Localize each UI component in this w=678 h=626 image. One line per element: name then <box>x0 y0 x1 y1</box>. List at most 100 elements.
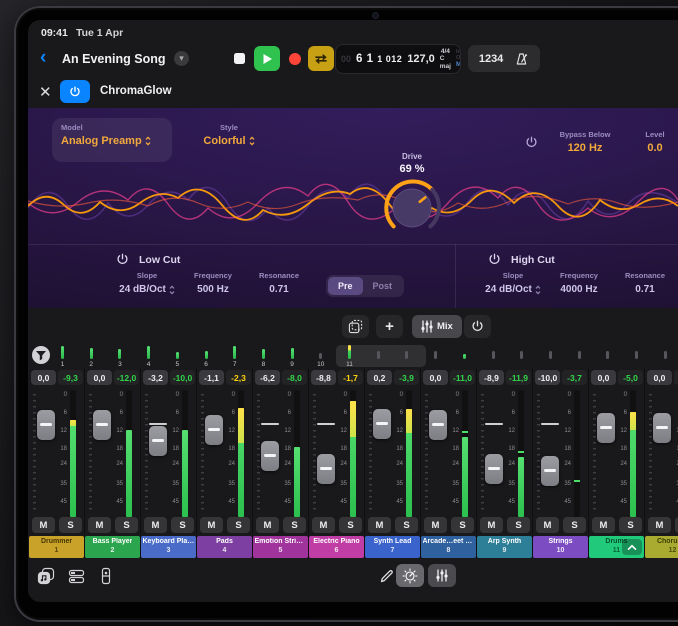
back-chevron-icon[interactable]: ‹ <box>40 47 46 69</box>
channel-strip-icon[interactable] <box>96 566 116 586</box>
add-button[interactable]: + <box>376 315 403 338</box>
solo-button[interactable]: S <box>227 517 250 533</box>
peak-level-value[interactable]: -12,0 <box>114 370 139 385</box>
overview-channel-tick[interactable] <box>434 351 437 359</box>
overview-channel-tick[interactable] <box>147 346 150 359</box>
track-name-tile[interactable]: Electric Piano 6 <box>309 536 364 558</box>
peak-level-value[interactable]: -5,0 <box>618 370 643 385</box>
track-name-tile[interactable]: Bass Player 2 <box>85 536 140 558</box>
overview-channel-tick[interactable] <box>463 354 466 359</box>
low-cut-power-icon[interactable] <box>116 253 129 266</box>
mute-button[interactable]: M <box>424 517 447 533</box>
drive-knob[interactable] <box>380 176 444 236</box>
volume-value[interactable]: -8,8 <box>311 370 336 385</box>
solo-button[interactable]: S <box>339 517 362 533</box>
fader-handle[interactable] <box>373 409 391 439</box>
mute-button[interactable]: M <box>536 517 559 533</box>
count-in-button[interactable]: 1234 <box>479 53 503 65</box>
overview-channel-tick[interactable] <box>262 349 265 359</box>
volume-value[interactable]: -1,1 <box>199 370 224 385</box>
overview-channel-tick[interactable] <box>549 351 552 359</box>
volume-value[interactable]: 0,2 <box>367 370 392 385</box>
volume-value[interactable]: -8,9 <box>479 370 504 385</box>
lcd-display[interactable]: 00 6 1 1 012 127,0 4/4 C maj In Out MIDI <box>335 44 461 74</box>
peak-level-value[interactable]: -8,0 <box>282 370 307 385</box>
fader-handle[interactable] <box>429 410 447 440</box>
volume-value[interactable]: 0,0 <box>591 370 616 385</box>
model-selector[interactable]: Model Analog Preamp <box>52 118 172 162</box>
peak-level-value[interactable]: -1,7 <box>338 370 363 385</box>
bypass-power-icon[interactable] <box>525 136 538 149</box>
low-cut-post-button[interactable]: Post <box>363 277 403 295</box>
level-control[interactable]: Level 0.0 <box>632 130 678 154</box>
fader-handle[interactable] <box>541 456 559 486</box>
solo-button[interactable]: S <box>395 517 418 533</box>
solo-button[interactable]: S <box>59 517 82 533</box>
overview-channel-tick[interactable] <box>291 348 294 359</box>
peak-level-value[interactable]: -3,7 <box>562 370 587 385</box>
track-name-tile[interactable]: Arcade…eet Pad 8 <box>421 536 476 558</box>
mute-button[interactable]: M <box>368 517 391 533</box>
fader-handle[interactable] <box>205 415 223 445</box>
mute-button[interactable]: M <box>312 517 335 533</box>
fader-handle[interactable] <box>485 454 503 484</box>
mixer-overview-strip[interactable]: 1234567891011 <box>28 345 678 368</box>
loops-browser-icon[interactable] <box>36 566 56 586</box>
volume-value[interactable]: 0,0 <box>87 370 112 385</box>
overview-channel-tick[interactable] <box>176 352 179 359</box>
fader-handle[interactable] <box>261 441 279 471</box>
mix-button[interactable]: Mix <box>412 315 462 338</box>
cycle-loop-button[interactable] <box>308 46 334 71</box>
peak-level-value[interactable]: -11,0 <box>450 370 475 385</box>
record-button[interactable] <box>282 46 308 71</box>
fader-handle[interactable] <box>597 413 615 443</box>
fader-handle[interactable] <box>149 426 167 456</box>
mute-button[interactable]: M <box>592 517 615 533</box>
mixer-view-button[interactable] <box>428 564 456 587</box>
low-cut-resonance[interactable]: Resonance 0.71 <box>246 271 312 295</box>
mute-button[interactable]: M <box>144 517 167 533</box>
pencil-icon[interactable] <box>376 566 396 586</box>
collapse-chevron-button[interactable] <box>622 539 642 555</box>
volume-value[interactable]: 0,0 <box>423 370 448 385</box>
metronome-icon[interactable] <box>514 52 529 66</box>
close-icon[interactable]: ✕ <box>39 83 52 101</box>
peak-level-value[interactable]: -10,0 <box>170 370 195 385</box>
overview-channel-tick[interactable] <box>319 353 322 359</box>
fader-handle[interactable] <box>37 410 55 440</box>
overview-channel-tick[interactable] <box>61 346 64 359</box>
stop-button[interactable] <box>226 46 252 71</box>
track-name-tile[interactable]: Drummer 1 <box>29 536 84 558</box>
overview-channel-tick[interactable] <box>205 351 208 359</box>
solo-button[interactable]: S <box>171 517 194 533</box>
mute-button[interactable]: M <box>256 517 279 533</box>
track-name-tile[interactable]: Strings 10 <box>533 536 588 558</box>
track-name-tile[interactable]: Chorus V 12 <box>645 536 678 558</box>
high-cut-slope[interactable]: Slope 24 dB/Oct <box>480 271 546 295</box>
peak-level-value[interactable] <box>674 370 678 385</box>
peak-level-value[interactable]: -11,9 <box>506 370 531 385</box>
mute-button[interactable]: M <box>88 517 111 533</box>
browser-cells-icon[interactable] <box>66 566 86 586</box>
high-cut-power-icon[interactable] <box>488 253 501 266</box>
mute-button[interactable]: M <box>480 517 503 533</box>
fader-handle[interactable] <box>317 454 335 484</box>
fader-handle[interactable] <box>653 413 671 443</box>
project-menu-chevron-icon[interactable]: ▾ <box>174 51 189 66</box>
track-name-tile[interactable]: Drums 11 <box>589 536 644 558</box>
overview-channel-tick[interactable] <box>118 349 121 359</box>
solo-button[interactable]: S <box>563 517 586 533</box>
overview-channel-tick[interactable] <box>578 351 581 359</box>
overview-channel-tick[interactable] <box>635 351 638 359</box>
play-button[interactable] <box>254 46 280 71</box>
duplicate-icon[interactable] <box>342 315 369 338</box>
low-cut-frequency[interactable]: Frequency 500 Hz <box>180 271 246 295</box>
volume-value[interactable]: -3,2 <box>143 370 168 385</box>
plugin-power-button[interactable] <box>60 80 90 103</box>
high-cut-resonance[interactable]: Resonance 0.71 <box>612 271 678 295</box>
mute-button[interactable]: M <box>200 517 223 533</box>
peak-level-value[interactable]: -9,3 <box>58 370 83 385</box>
volume-value[interactable]: 0,0 <box>647 370 672 385</box>
filter-icon[interactable] <box>32 346 50 364</box>
smart-controls-button[interactable] <box>396 564 424 587</box>
